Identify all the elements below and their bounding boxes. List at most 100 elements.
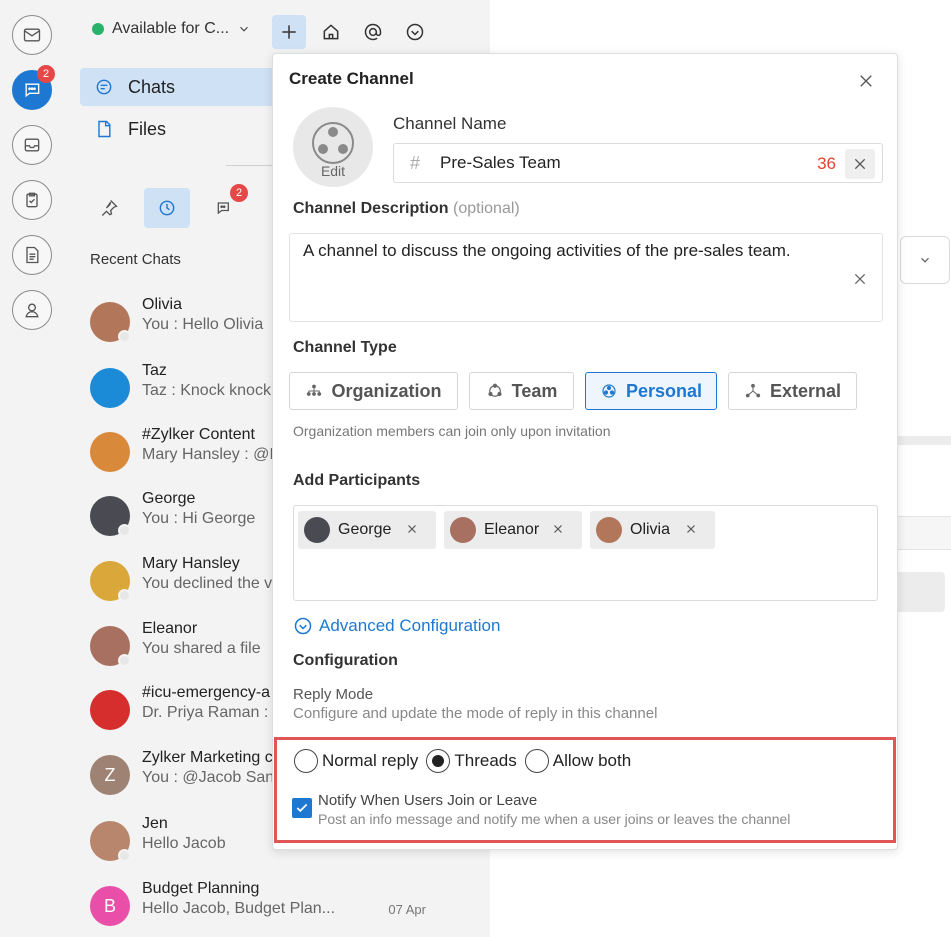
chat-preview: Hello Jacob — [142, 835, 226, 852]
channel-name-label: Channel Name — [393, 114, 507, 133]
avatar — [450, 517, 476, 543]
unread-chat-icon[interactable]: 2 — [202, 184, 248, 228]
chat-preview: Hello Jacob, Budget Plan... — [142, 900, 336, 917]
chat-preview: Mary Hansley : @I — [142, 446, 274, 463]
recent-chats-title: Recent Chats — [90, 251, 181, 268]
chat-name: George — [142, 490, 196, 507]
avatar-edit-label[interactable]: Edit — [293, 163, 373, 179]
chat-timestamp: 07 Apr — [388, 902, 426, 917]
reply-both-radio[interactable] — [524, 749, 549, 773]
remove-participant-icon[interactable] — [685, 523, 697, 535]
notify-title: Notify When Users Join or Leave — [318, 792, 538, 809]
advanced-configuration-label: Advanced Configuration — [319, 616, 501, 635]
reply-normal-radio[interactable] — [294, 749, 318, 773]
chat-preview: You : @Jacob San — [142, 769, 275, 786]
clear-description-icon[interactable] — [852, 271, 868, 287]
right-row — [895, 516, 951, 550]
advanced-configuration-toggle[interactable]: Advanced Configuration — [293, 616, 500, 636]
reply-threads-option[interactable]: Threads — [426, 749, 517, 773]
notify-checkbox[interactable] — [292, 798, 312, 818]
channel-name-field[interactable]: # Pre-Sales Team 36 — [393, 143, 883, 183]
chat-preview: You declined the v — [142, 575, 273, 592]
presence-indicator — [118, 330, 131, 343]
clipboard-icon[interactable] — [12, 180, 52, 220]
chat-name: #icu-emergency-a — [142, 684, 271, 701]
document-icon[interactable] — [12, 235, 52, 275]
nav-chats-label: Chats — [128, 76, 176, 97]
description-label-text: Channel Description — [293, 200, 449, 217]
team-icon — [488, 383, 502, 397]
type-personal-label: Personal — [625, 380, 703, 401]
type-organization-button[interactable]: Organization — [289, 372, 458, 410]
right-dropdown[interactable] — [900, 236, 950, 284]
avatar: B — [90, 886, 130, 926]
participants-field[interactable]: George Eleanor Olivia — [293, 505, 878, 601]
recent-clock-icon[interactable] — [144, 188, 190, 228]
chat-preview: You shared a file — [142, 640, 261, 657]
char-count: 36 — [817, 154, 836, 173]
channel-type-label: Channel Type — [293, 339, 397, 356]
dialog-title: Create Channel — [289, 69, 414, 88]
status-selector[interactable]: Available for C... — [92, 20, 251, 38]
close-icon — [854, 158, 866, 170]
participant-chip: George — [298, 511, 436, 549]
participant-chip: Eleanor — [444, 511, 582, 549]
chat-name: Budget Planning — [142, 880, 260, 897]
create-channel-dialog: Create Channel Edit Channel Name # Pre-S… — [272, 53, 898, 850]
inbox-icon[interactable] — [12, 125, 52, 165]
close-icon[interactable] — [857, 72, 875, 90]
home-icon[interactable] — [314, 15, 348, 49]
description-field[interactable]: A channel to discuss the ongoing activit… — [289, 233, 883, 322]
pin-icon[interactable] — [86, 188, 132, 228]
type-external-button[interactable]: External — [728, 372, 857, 410]
presence-indicator — [118, 524, 131, 537]
presence-indicator — [118, 589, 131, 602]
mention-icon[interactable] — [356, 15, 390, 49]
nav-chats[interactable]: Chats — [80, 68, 280, 106]
remove-participant-icon[interactable] — [406, 523, 418, 535]
reply-mode-options: Normal reply Threads Allow both — [294, 749, 639, 773]
dropdown-circle-icon[interactable] — [398, 15, 432, 49]
chat-name: Jen — [142, 815, 168, 832]
right-divider — [895, 436, 951, 445]
reply-mode-description: Configure and update the mode of reply i… — [293, 705, 658, 722]
add-icon[interactable] — [272, 15, 306, 49]
clear-name-button[interactable] — [845, 149, 875, 179]
chat-preview: Taz : Knock knock — [142, 382, 271, 399]
avatar — [90, 690, 130, 730]
chat-filter-tabs: 2 — [86, 184, 248, 228]
hash-icon: # — [410, 153, 421, 173]
type-personal-button[interactable]: Personal — [585, 372, 717, 410]
participant-name: Olivia — [630, 521, 671, 538]
status-dot — [92, 23, 104, 35]
chat-name: Eleanor — [142, 620, 198, 637]
type-team-button[interactable]: Team — [469, 372, 574, 410]
chat-preview: You : Hello Olivia — [142, 316, 264, 333]
status-text: Available for C... — [112, 20, 230, 37]
presence-indicator — [118, 654, 131, 667]
channel-name-value: Pre-Sales Team — [440, 153, 561, 172]
mail-icon[interactable] — [12, 15, 52, 55]
avatar — [90, 432, 130, 472]
nav-files[interactable]: Files — [80, 110, 280, 148]
participant-chip: Olivia — [590, 511, 715, 549]
right-card — [895, 572, 945, 612]
reply-normal-option[interactable]: Normal reply — [294, 749, 418, 773]
person-icon[interactable] — [12, 290, 52, 330]
app-rail: 2 — [0, 0, 66, 937]
chat-badge: 2 — [37, 65, 55, 83]
chat-name: Taz — [142, 362, 167, 379]
chat-icon[interactable]: 2 — [12, 65, 55, 110]
remove-participant-icon[interactable] — [552, 523, 564, 535]
top-toolbar — [272, 15, 432, 49]
personal-icon — [602, 384, 616, 398]
reply-threads-radio[interactable] — [426, 749, 451, 773]
external-icon — [745, 383, 761, 398]
reply-both-option[interactable]: Allow both — [524, 749, 632, 773]
reply-normal-label: Normal reply — [322, 751, 419, 770]
channel-avatar[interactable]: Edit — [293, 107, 373, 187]
avatar — [304, 517, 330, 543]
reply-threads-label: Threads — [454, 751, 517, 770]
list-item[interactable]: B Budget Planning Hello Jacob, Budget Plan… — [88, 880, 468, 937]
reply-both-label: Allow both — [552, 751, 632, 770]
